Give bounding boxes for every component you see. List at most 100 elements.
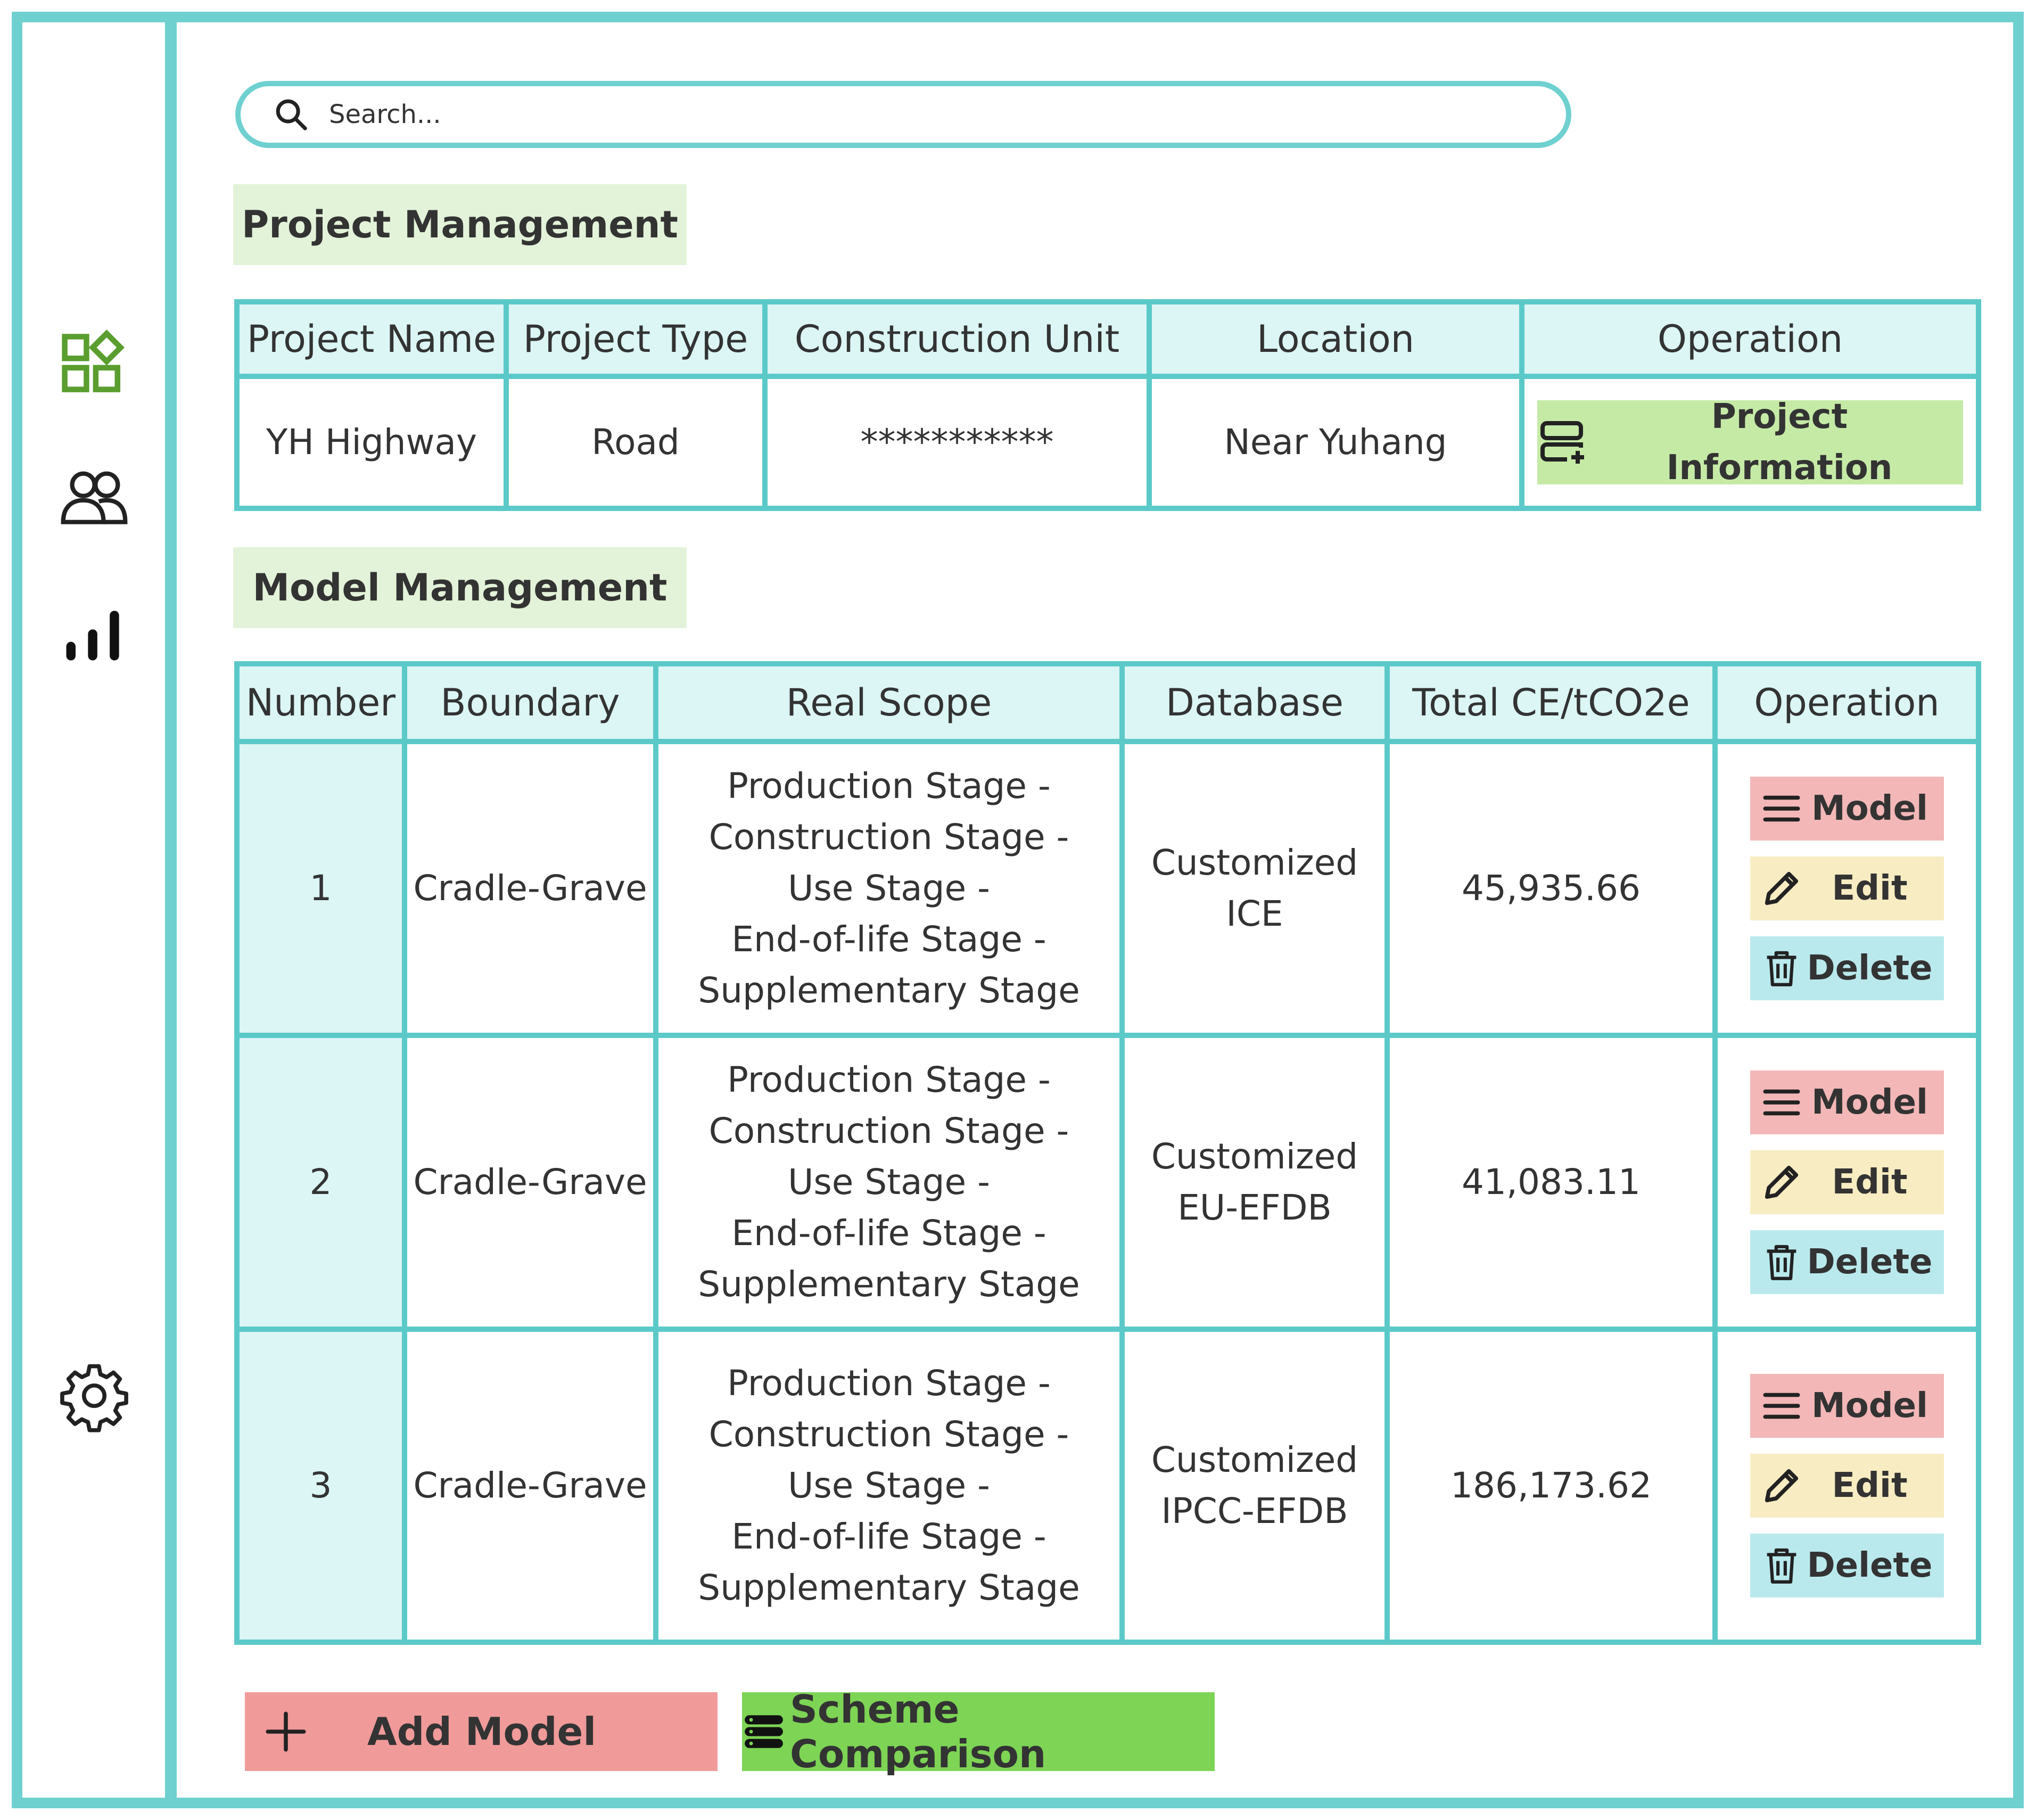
search-bar: [235, 81, 1571, 148]
project-type: Road: [504, 374, 768, 511]
edit-button[interactable]: Edit: [1750, 857, 1944, 920]
col-operation: Operation: [1519, 299, 1981, 379]
plus-icon: [266, 1711, 306, 1752]
model-table: Number Boundary Real Scope Database Tota…: [234, 661, 1981, 1645]
scheme-comparison-button[interactable]: Scheme Comparison: [742, 1687, 1215, 1776]
model-button[interactable]: Model: [1750, 777, 1944, 841]
project-table-header: Project Name Project Type Construction U…: [234, 299, 1981, 379]
model-boundary: Cradle-Grave: [402, 1033, 658, 1332]
trash-icon: [1767, 1245, 1796, 1280]
trash-icon: [1767, 1548, 1796, 1584]
model-management-title: Model Management: [233, 547, 687, 628]
list-stack-icon: [745, 1715, 783, 1748]
trash-icon: [1767, 951, 1796, 986]
model-total-ce: 41,083.11: [1384, 1033, 1718, 1332]
table-row: 1 Cradle-Grave Production Stage - Constr…: [234, 739, 1981, 1038]
scope-line: Production Stage -: [727, 1363, 1051, 1404]
table-row: 3 Cradle-Grave Production Stage - Constr…: [234, 1327, 1981, 1645]
scope-line: Construction Stage -: [708, 1414, 1069, 1455]
edit-button[interactable]: Edit: [1750, 1150, 1944, 1214]
col-number: Number: [234, 661, 407, 744]
model-scope: Production Stage - Construction Stage - …: [653, 1327, 1125, 1645]
model-total-ce: 186,173.62: [1384, 1327, 1718, 1645]
database-line: EU-EFDB: [1177, 1187, 1332, 1228]
project-name: YH Highway: [234, 374, 509, 511]
dashboard-icon[interactable]: [57, 326, 131, 400]
project-management-title: Project Management: [233, 184, 687, 265]
add-model-label: Add Model: [367, 1709, 597, 1754]
scope-line: Supplementary Stage: [698, 1567, 1080, 1608]
model-number: 1: [234, 739, 407, 1038]
database-line: Customized: [1151, 842, 1358, 883]
add-model-button[interactable]: Add Model: [245, 1692, 718, 1771]
model-button-label: Model: [1811, 1386, 1928, 1426]
scope-line: Use Stage -: [788, 1162, 990, 1203]
scope-line: Production Stage -: [727, 765, 1051, 806]
construction-unit: ***********: [762, 374, 1152, 511]
delete-button[interactable]: Delete: [1750, 1534, 1944, 1597]
edit-button-label: Edit: [1832, 869, 1908, 908]
database-line: Customized: [1151, 1136, 1358, 1177]
sidebar: [22, 22, 177, 1798]
col-database: Database: [1119, 661, 1390, 744]
model-database: Customized ICE: [1119, 739, 1390, 1038]
edit-button-label: Edit: [1832, 1466, 1908, 1505]
project-operation-cell: Project Information: [1519, 374, 1981, 511]
model-database: Customized IPCC-EFDB: [1119, 1327, 1390, 1645]
database-line: ICE: [1226, 893, 1283, 934]
model-scope: Production Stage - Construction Stage - …: [653, 1033, 1125, 1332]
search-icon: [276, 99, 307, 130]
search-input[interactable]: [328, 90, 1501, 139]
model-total-ce: 45,935.66: [1384, 739, 1718, 1038]
col-project-type: Project Type: [504, 299, 768, 379]
project-location: Near Yuhang: [1147, 374, 1524, 511]
col-project-name: Project Name: [234, 299, 509, 379]
pencil-icon: [1765, 1469, 1798, 1503]
users-icon[interactable]: [57, 460, 131, 534]
model-database: Customized EU-EFDB: [1119, 1033, 1390, 1332]
edit-button[interactable]: Edit: [1750, 1454, 1944, 1518]
delete-button[interactable]: Delete: [1750, 1230, 1944, 1294]
model-boundary: Cradle-Grave: [402, 1327, 658, 1645]
model-operation-cell: Model Edit Delete: [1712, 1327, 1981, 1645]
delete-button-label: Delete: [1807, 949, 1933, 988]
model-button-label: Model: [1811, 1083, 1928, 1122]
scope-line: Use Stage -: [788, 868, 990, 909]
delete-button-label: Delete: [1807, 1546, 1933, 1585]
model-button[interactable]: Model: [1750, 1374, 1944, 1438]
scope-line: Supplementary Stage: [698, 1264, 1080, 1305]
col-model-operation: Operation: [1712, 661, 1981, 744]
model-button[interactable]: Model: [1750, 1070, 1944, 1134]
model-button-label: Model: [1811, 789, 1928, 828]
edit-button-label: Edit: [1832, 1163, 1908, 1202]
menu-icon: [1762, 795, 1800, 822]
project-information-button[interactable]: Project Information: [1537, 397, 1963, 488]
scope-line: Supplementary Stage: [698, 970, 1080, 1011]
scope-line: Construction Stage -: [708, 817, 1069, 858]
scheme-comparison-label: Scheme Comparison: [790, 1687, 1046, 1776]
delete-button[interactable]: Delete: [1750, 936, 1944, 1000]
model-table-header: Number Boundary Real Scope Database Tota…: [234, 661, 1981, 744]
scope-line: Construction Stage -: [708, 1110, 1069, 1151]
database-line: IPCC-EFDB: [1161, 1490, 1348, 1531]
menu-icon: [1762, 1089, 1800, 1116]
table-row: 2 Cradle-Grave Production Stage - Constr…: [234, 1033, 1981, 1332]
model-operation-cell: Model Edit Delete: [1712, 739, 1981, 1038]
model-number: 3: [234, 1327, 407, 1645]
scope-line: Use Stage -: [788, 1465, 990, 1506]
scope-line: Production Stage -: [727, 1059, 1051, 1100]
pencil-icon: [1765, 871, 1798, 905]
chart-bars-icon[interactable]: [57, 598, 131, 673]
app-window: Project Management Project Name Project …: [12, 12, 2024, 1808]
scope-line: End-of-life Stage -: [731, 1516, 1046, 1557]
delete-button-label: Delete: [1807, 1242, 1933, 1282]
pencil-icon: [1765, 1165, 1798, 1199]
settings-gear-icon[interactable]: [57, 1358, 131, 1433]
col-total-ce: Total CE/tCO2e: [1384, 661, 1718, 744]
col-boundary: Boundary: [402, 661, 658, 744]
database-line: Customized: [1151, 1439, 1358, 1480]
project-row: YH Highway Road *********** Near Yuhang …: [234, 374, 1981, 511]
model-boundary: Cradle-Grave: [402, 739, 658, 1038]
col-location: Location: [1147, 299, 1524, 379]
scope-line: End-of-life Stage -: [731, 919, 1046, 960]
